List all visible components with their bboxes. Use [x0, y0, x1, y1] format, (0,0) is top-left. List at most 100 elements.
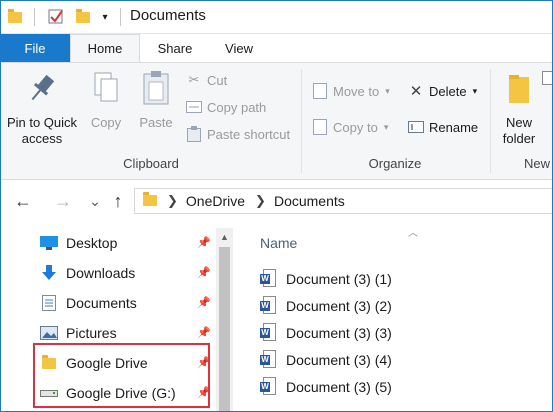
file-name: Document (3) (5) [286, 379, 392, 395]
nav-item-label: Desktop [66, 235, 118, 251]
cut-label: Cut [207, 72, 228, 88]
tab-share[interactable]: Share [148, 34, 202, 62]
delete-label: Delete [429, 83, 467, 99]
customize-dropdown-icon[interactable]: ▾ [98, 6, 112, 28]
copy-to-dropdown-icon: ▾ [383, 121, 389, 132]
nav-item-desktop[interactable]: Desktop [40, 229, 212, 257]
breadcrumb-documents[interactable]: Documents [274, 193, 345, 209]
chevron-right-icon[interactable]: ❯ [167, 193, 178, 209]
rename-button[interactable]: Rename [408, 116, 478, 138]
address-row: ← → ⌄ ↑ ❯ OneDrive ❯ Documents [0, 180, 553, 222]
move-to-icon [312, 83, 328, 99]
file-row[interactable]: W Document (3) (4) [260, 347, 540, 373]
pin-icon[interactable]: 📌 [197, 296, 211, 309]
delete-dropdown-icon: ▾ [472, 85, 478, 96]
word-document-icon: W [260, 269, 278, 289]
address-bar[interactable]: ❯ OneDrive ❯ Documents [134, 188, 553, 214]
move-to-label: Move to [333, 83, 380, 99]
up-arrow-icon[interactable]: ↑ [107, 190, 129, 212]
rename-label: Rename [429, 119, 479, 135]
column-header-name[interactable]: Name [260, 235, 297, 251]
new-group-label: New [524, 156, 551, 171]
nav-item-documents[interactable]: Documents [40, 289, 212, 317]
file-row[interactable]: W Document (3) (2) [260, 293, 540, 319]
paste-label: Paste [139, 115, 173, 130]
highlight-box [33, 343, 210, 408]
pin-icon[interactable]: 📌 [197, 236, 211, 249]
properties-checkmark-icon[interactable] [46, 6, 66, 28]
new-folder-button[interactable]: New folder [496, 69, 542, 147]
tab-file[interactable]: File [0, 34, 70, 62]
nav-item-downloads[interactable]: Downloads [40, 259, 212, 287]
ribbon-tabs: File Home Share View [0, 34, 553, 62]
new-folder-big-icon [502, 69, 536, 107]
pin-icon[interactable]: 📌 [197, 266, 211, 279]
file-name: Document (3) (3) [286, 325, 392, 341]
folder-icon [143, 192, 157, 209]
copy-path-label: Copy path [207, 99, 267, 115]
paste-shortcut-label: Paste shortcut [207, 126, 291, 142]
file-name: Document (3) (4) [286, 352, 392, 368]
move-to-dropdown-icon: ▾ [385, 85, 390, 96]
window-title: Documents [130, 7, 206, 24]
scissors-icon: ✂ [188, 72, 200, 87]
paste-button[interactable]: Paste [134, 69, 178, 131]
copy-path-icon [186, 99, 202, 115]
nav-item-label: Downloads [66, 265, 136, 281]
delete-button[interactable]: ✕ Delete ▾ [408, 80, 477, 102]
new-item-icon[interactable] [542, 67, 553, 89]
delete-x-icon: ✕ [409, 83, 423, 100]
chevron-right-icon[interactable]: ❯ [255, 193, 266, 209]
file-name: Document (3) (1) [286, 271, 392, 287]
word-document-icon: W [260, 350, 278, 370]
recent-locations-icon[interactable]: ⌄ [84, 190, 106, 212]
scroll-thumb[interactable] [219, 247, 230, 412]
new-folder-label-line1: New [505, 115, 532, 130]
title-bar: ▾ Documents [0, 0, 553, 34]
pin-icon[interactable]: 📌 [197, 326, 211, 339]
copy-path-button[interactable]: Copy path [186, 96, 266, 118]
divider [120, 8, 121, 26]
paste-shortcut-icon [186, 126, 202, 142]
back-arrow-icon[interactable]: ← [12, 190, 34, 212]
copy-to-icon [312, 119, 328, 135]
clipboard-group-label: Clipboard [123, 156, 179, 171]
group-divider [490, 69, 491, 173]
tab-view[interactable]: View [212, 34, 266, 62]
forward-arrow-icon[interactable]: → [52, 190, 74, 212]
ribbon-home: Pin to Quick access Copy Paste ✂ Cut Copy… [0, 62, 553, 180]
cut-button[interactable]: ✂ Cut [186, 69, 228, 91]
organize-group-label: Organize [368, 156, 422, 171]
pin-label-line1: Pin to Quick [6, 115, 78, 130]
paste-icon [139, 69, 173, 107]
pin-icon [25, 69, 59, 107]
divider [34, 8, 35, 26]
file-row[interactable]: W Document (3) (3) [260, 320, 540, 346]
rename-icon [408, 119, 424, 135]
new-folder-icon[interactable] [74, 6, 92, 28]
desktop-icon [40, 235, 58, 251]
word-document-icon: W [260, 323, 278, 343]
file-row[interactable]: W Document (3) (5) [260, 374, 540, 400]
nav-item-label: Documents [66, 295, 137, 311]
copy-label: Copy [90, 115, 122, 130]
scroll-up-icon[interactable]: ▲ [216, 228, 233, 245]
pin-to-quick-access-button[interactable]: Pin to Quick access [6, 69, 78, 147]
paste-shortcut-button[interactable]: Paste shortcut [186, 123, 290, 145]
pictures-icon [40, 325, 58, 341]
tab-home[interactable]: Home [70, 34, 140, 62]
word-document-icon: W [260, 377, 278, 397]
copy-button[interactable]: Copy [86, 69, 126, 131]
copy-icon [89, 69, 123, 107]
documents-icon [40, 295, 58, 311]
file-name: Document (3) (2) [286, 298, 392, 314]
word-document-icon: W [260, 296, 278, 316]
move-to-button[interactable]: Move to ▾ [312, 80, 390, 102]
sort-ascending-icon: ︿ [408, 228, 418, 239]
downloads-icon [40, 265, 58, 281]
copy-to-button[interactable]: Copy to ▾ [312, 116, 388, 138]
file-row[interactable]: W Document (3) (1) [260, 266, 540, 292]
new-folder-label-line2: folder [502, 131, 536, 146]
nav-item-label: Pictures [66, 325, 117, 341]
breadcrumb-onedrive[interactable]: OneDrive [186, 193, 245, 209]
